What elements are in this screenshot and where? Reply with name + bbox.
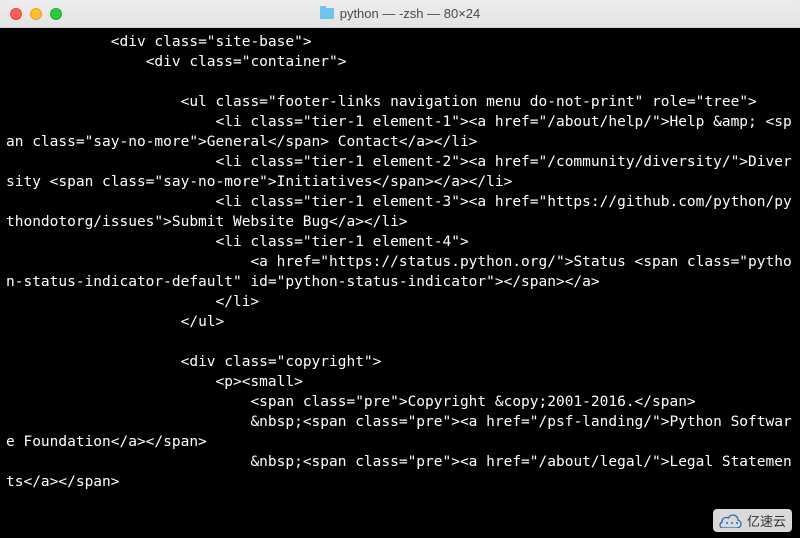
zoom-button[interactable] xyxy=(50,8,62,20)
window-title: python — -zsh — 80×24 xyxy=(0,6,800,21)
terminal-window: python — -zsh — 80×24 <div class="site-b… xyxy=(0,0,800,538)
titlebar[interactable]: python — -zsh — 80×24 xyxy=(0,0,800,28)
traffic-lights xyxy=(0,8,62,20)
watermark-text: 亿速云 xyxy=(747,511,786,530)
terminal-output[interactable]: <div class="site-base"> <div class="cont… xyxy=(0,28,800,538)
watermark: 亿速云 xyxy=(713,509,792,532)
minimize-button[interactable] xyxy=(30,8,42,20)
close-button[interactable] xyxy=(10,8,22,20)
window-title-text: python — -zsh — 80×24 xyxy=(340,6,481,21)
cloud-icon xyxy=(719,513,743,528)
folder-icon xyxy=(320,8,334,19)
